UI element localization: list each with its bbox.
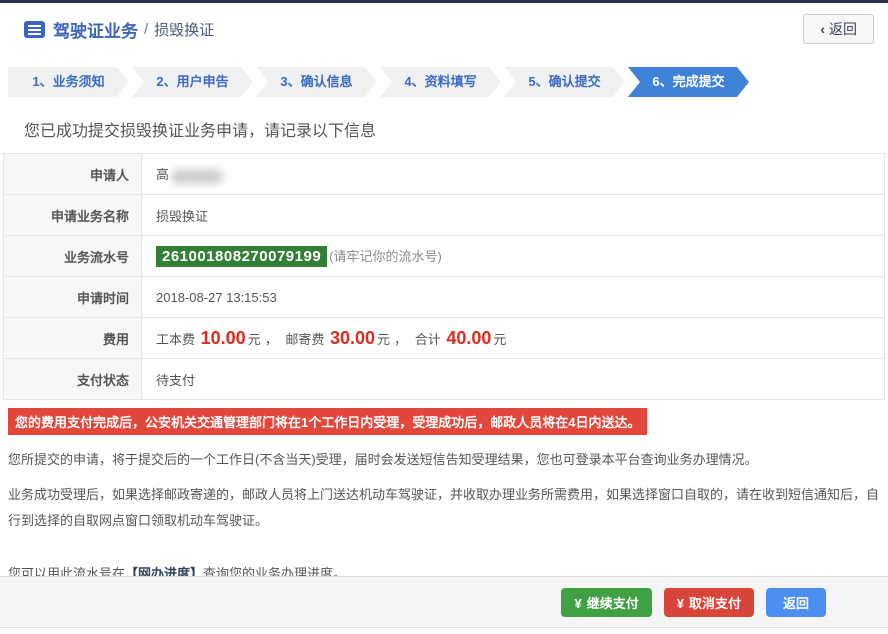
return-button[interactable]: 返回 (765, 587, 826, 617)
step-6-complete-submit[interactable]: 6、完成提交 (628, 67, 749, 97)
application-info-table: 申请人 高 申请业务名称 损毁换证 业务流水号 2610018082700791… (3, 153, 885, 400)
pay-status-label: 支付状态 (3, 358, 142, 400)
breadcrumb-category: 驾驶证业务 (53, 21, 138, 41)
fee-item2-label: 邮寄费 (285, 331, 325, 347)
notice-paragraph-1: 您所提交的申请，将于提交后的一个工作日(不含当天)受理，届时会发送短信告知受理结… (8, 452, 758, 467)
serial-note: (请牢记你的流水号) (329, 248, 442, 264)
applicant-value: 高 (141, 153, 885, 195)
table-row-pay-status: 支付状态 待支付 (3, 358, 885, 400)
back-button[interactable]: ‹ 返回 (803, 14, 874, 44)
fee-item2-amount: 30.00 (329, 327, 376, 348)
payment-warning-banner: 您的费用支付完成后，公安机关交通管理部门将在1个工作日内受理，受理成功后，邮政人… (8, 408, 648, 435)
serial-number-badge: 261001808270079199 (156, 245, 328, 267)
notice-paragraph-2: 业务成功受理后，如果选择邮政寄递的，邮政人员将上门送达机动车驾驶证，并收取办理业… (8, 487, 880, 528)
business-name-label: 申请业务名称 (3, 194, 142, 236)
back-button-label: 返回 (829, 21, 857, 37)
table-row-apply-time: 申请时间 2018-08-27 13:15:53 (3, 276, 885, 318)
cancel-payment-button[interactable]: ¥ 取消支付 (663, 587, 754, 617)
table-row-serial: 业务流水号 261001808270079199 (请牢记你的流水号) (3, 235, 885, 277)
fee-unit3: 元 (493, 331, 507, 347)
serial-label: 业务流水号 (3, 235, 142, 277)
serial-value-cell: 261001808270079199 (请牢记你的流水号) (141, 235, 885, 277)
continue-payment-label: 继续支付 (586, 595, 639, 611)
yen-icon: ¥ (676, 595, 684, 611)
fee-total-label: 合计 (414, 331, 441, 347)
success-message: 您已成功提交损毁换证业务申请，请记录以下信息 (24, 123, 377, 140)
page: 驾驶证业务 / 损毁换证 ‹ 返回 1、业务须知 2、用户申告 3、确认信息 4、… (0, 0, 888, 634)
step-5-confirm-submit[interactable]: 5、确认提交 (504, 67, 625, 97)
applicant-name: 高 (156, 167, 170, 183)
applicant-label: 申请人 (3, 153, 142, 195)
breadcrumb-current: 损毁换证 (154, 21, 215, 39)
continue-payment-button[interactable]: ¥ 继续支付 (561, 587, 652, 617)
table-row-fee: 费用 工本费 10.00 元， 邮寄费 30.00 元， 合计 40.00 元 (3, 317, 885, 359)
yen-icon: ¥ (574, 595, 582, 611)
fee-item1-amount: 10.00 (200, 327, 246, 348)
apply-time-label: 申请时间 (3, 276, 142, 318)
redacted-name-blur (171, 168, 224, 184)
apply-time-value: 2018-08-27 13:15:53 (141, 276, 885, 318)
cancel-payment-label: 取消支付 (688, 595, 741, 611)
table-row-applicant: 申请人 高 (3, 153, 885, 195)
step-3-confirm-info[interactable]: 3、确认信息 (256, 67, 377, 97)
footer-action-bar: ¥ 继续支付 ¥ 取消支付 返回 (0, 576, 888, 628)
fee-label: 费用 (3, 317, 142, 359)
fee-item1-label: 工本费 (156, 331, 196, 347)
fee-unit2: 元 (377, 331, 391, 347)
step-2-user-declaration[interactable]: 2、用户申告 (132, 67, 253, 97)
business-name-value: 损毁换证 (141, 194, 885, 236)
step-1-business-notice[interactable]: 1、业务须知 (8, 67, 129, 97)
fee-separator1: ， (264, 331, 278, 347)
breadcrumb-separator: / (144, 20, 149, 38)
fee-value-cell: 工本费 10.00 元， 邮寄费 30.00 元， 合计 40.00 元 (141, 317, 885, 359)
return-button-label: 返回 (782, 595, 809, 611)
chevron-left-icon: ‹ (820, 21, 825, 37)
step-4-fill-data[interactable]: 4、资料填写 (380, 67, 501, 97)
fee-unit1: 元 (247, 331, 261, 347)
fee-total-amount: 40.00 (446, 327, 492, 348)
pay-status-value: 待支付 (141, 358, 885, 400)
page-header: 驾驶证业务 / 损毁换证 ‹ 返回 (0, 3, 888, 55)
document-list-icon (24, 20, 45, 38)
fee-separator2: ， (394, 331, 408, 347)
table-row-business-name: 申请业务名称 损毁换证 (3, 194, 885, 236)
wizard-steps: 1、业务须知 2、用户申告 3、确认信息 4、资料填写 5、确认提交 6、完成提… (8, 67, 888, 97)
